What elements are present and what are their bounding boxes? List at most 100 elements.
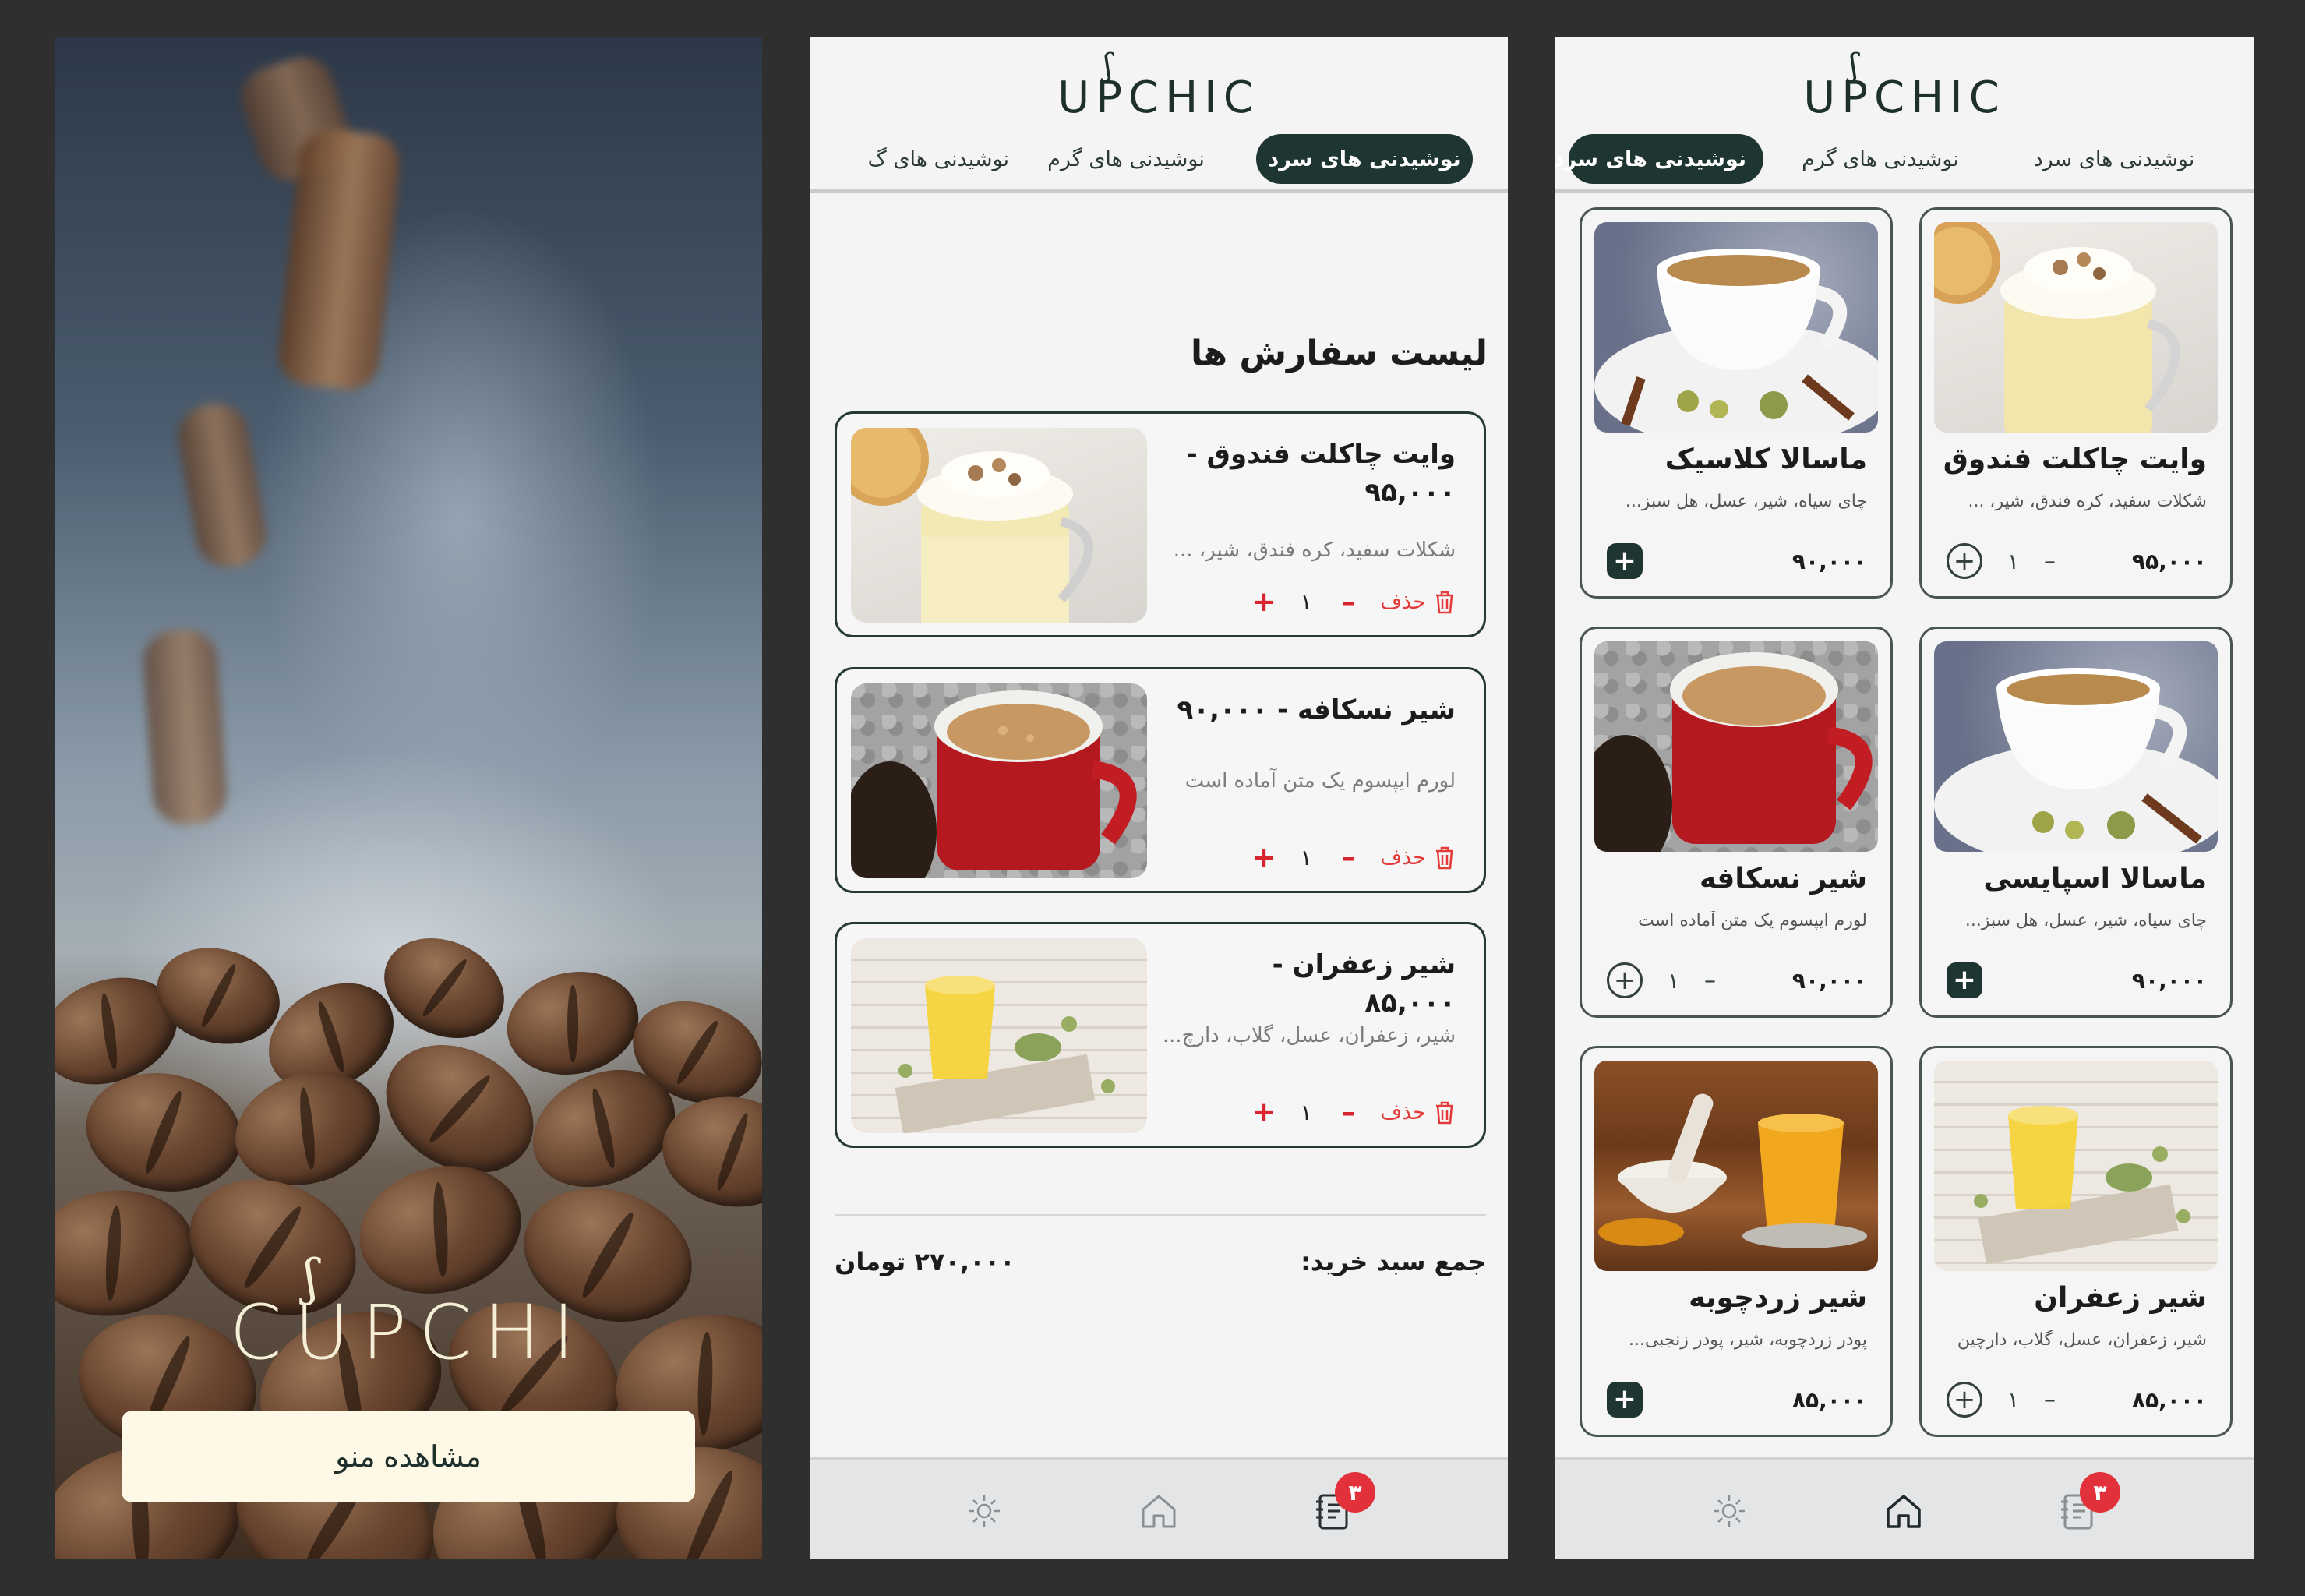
product-title: ماسالا کلاسیک xyxy=(1664,443,1867,475)
decrease-button[interactable]: – xyxy=(1336,586,1360,618)
cart-count-badge: ۳ xyxy=(1335,1472,1375,1513)
product-title: شیر زعفران xyxy=(2034,1282,2207,1314)
view-menu-button[interactable]: مشاهده منو xyxy=(122,1411,695,1502)
product-description: شکلات سفید، کره فندق، شیر، ... xyxy=(1968,492,2207,511)
category-tabs: نوشیدنی های سرد نوشیدنی های گرم نوشیدنی … xyxy=(810,123,1508,193)
menu-screen: ʃ C UPCHI نوشیدنی های سرد نوشیدنی های گرم… xyxy=(1555,37,2254,1559)
plus-icon[interactable]: + xyxy=(1947,1382,1982,1418)
home-button[interactable] xyxy=(1882,1489,1926,1533)
quantity-stepper: + xyxy=(1947,962,1982,998)
product-card[interactable]: وایت چاکلت فندوق شکلات سفید، کره فندق، ش… xyxy=(1919,207,2233,598)
bottom-nav: ۳ xyxy=(1555,1457,2254,1559)
product-description: لورم ایپسوم یک متن آماده است xyxy=(1638,911,1867,930)
home-icon xyxy=(1142,1495,1176,1528)
product-image xyxy=(1594,641,1878,852)
product-price: ۹۵,۰۰۰ xyxy=(2131,549,2207,574)
white-chocolate-hazelnut-image xyxy=(851,428,1147,623)
decrease-button[interactable]: – xyxy=(1336,1096,1360,1128)
divider xyxy=(835,1214,1486,1216)
theme-toggle-button[interactable] xyxy=(1707,1489,1751,1533)
tab-more-drinks[interactable]: نوشیدنی های گ xyxy=(810,134,1009,184)
add-to-cart-button[interactable]: + xyxy=(1607,543,1643,579)
product-image xyxy=(1594,222,1878,433)
product-image xyxy=(1934,641,2218,852)
minus-icon[interactable]: – xyxy=(2044,548,2056,575)
tab-third-drinks[interactable]: نوشیدنی های سرد xyxy=(2028,134,2200,184)
quantity-stepper: + xyxy=(1607,543,1643,579)
home-button[interactable] xyxy=(1137,1489,1181,1533)
cart-total-label: جمع سبد خرید: xyxy=(1301,1247,1486,1276)
quantity-value: ۱ xyxy=(1300,845,1312,870)
product-image xyxy=(1934,1061,2218,1271)
tab-hot-drinks[interactable]: نوشیدنی های گرم xyxy=(1787,134,1974,184)
product-description: چای سیاه، شیر، عسل، هل سبز... xyxy=(1625,492,1867,511)
cart-screen: ʃ C UPCHI نوشیدنی های سرد نوشیدنی های گرم… xyxy=(810,37,1508,1559)
quantity-value: ۱ xyxy=(1300,589,1312,615)
theme-toggle-button[interactable] xyxy=(962,1489,1006,1533)
header-logo: ʃ C UPCHI xyxy=(810,50,1508,120)
product-card[interactable]: ماسالا اسپایسی چای سیاه، شیر، عسل، هل سب… xyxy=(1919,627,2233,1018)
tab-cold-drinks[interactable]: نوشیدنی های سرد xyxy=(1555,134,1763,184)
sun-icon xyxy=(1714,1495,1745,1527)
decrease-button[interactable]: – xyxy=(1336,842,1360,874)
sun-icon xyxy=(969,1495,1000,1527)
minus-icon[interactable]: – xyxy=(2044,1386,2056,1414)
orders-title: لیست سفارش ها xyxy=(1190,334,1488,373)
product-description: چای سیاه، شیر، عسل، هل سبز... xyxy=(1964,911,2207,930)
trash-icon xyxy=(1436,591,1453,613)
product-description: شیر، زعفران، عسل، گلاب، دارچین xyxy=(1957,1330,2207,1350)
product-image xyxy=(1594,1061,1878,1271)
order-controls: حذف – ۱ + xyxy=(1252,586,1456,618)
brand-wordmark: C UPCHI xyxy=(229,1289,588,1376)
product-title: ماسالا اسپایسی xyxy=(1983,863,2207,895)
add-to-cart-button[interactable]: + xyxy=(1607,1382,1643,1418)
cart-total-value: ۲۷۰,۰۰۰ تومان xyxy=(835,1247,1015,1276)
add-to-cart-button[interactable]: + xyxy=(1947,962,1982,998)
order-item: شیر نسکافه - ۹۰,۰۰۰ لورم ایپسوم یک متن آ… xyxy=(835,667,1486,893)
product-price: ۹۰,۰۰۰ xyxy=(1791,549,1867,574)
product-price: ۸۵,۰۰۰ xyxy=(1791,1387,1867,1413)
brand-wordmark: C UPCHI xyxy=(1803,72,2006,123)
product-card[interactable]: شیر زردچوبه پودر زردچوبه، شیر، پودر زنجب… xyxy=(1580,1046,1893,1437)
product-price: ۹۰,۰۰۰ xyxy=(1791,968,1867,994)
quantity-stepper: + ۱ – xyxy=(1947,543,2056,579)
tab-hot-drinks[interactable]: نوشیدنی های گرم xyxy=(1029,134,1223,184)
order-name-price: شیر نسکافه - ۹۰,۰۰۰ xyxy=(1177,694,1456,726)
order-item: وایت چاکلت فندوق - ۹۵,۰۰۰ شکلات سفید، کر… xyxy=(835,411,1486,637)
category-tabs: نوشیدنی های سرد نوشیدنی های گرم نوشیدنی … xyxy=(1555,123,2254,193)
increase-button[interactable]: + xyxy=(1252,842,1276,874)
plus-icon[interactable]: + xyxy=(1607,962,1643,998)
product-title: وایت چاکلت فندوق xyxy=(1943,443,2207,475)
product-card[interactable]: ماسالا کلاسیک چای سیاه، شیر، عسل، هل سبز… xyxy=(1580,207,1893,598)
increase-button[interactable]: + xyxy=(1252,586,1276,618)
order-controls: حذف – ۱ + xyxy=(1252,842,1456,874)
quantity-stepper: + ۱ – xyxy=(1947,1382,2056,1418)
order-name-price: وایت چاکلت فندوق - ۹۵,۰۰۰ xyxy=(1186,439,1456,509)
product-image xyxy=(1934,222,2218,433)
minus-icon[interactable]: – xyxy=(1704,967,1716,994)
product-price: ۸۵,۰۰۰ xyxy=(2131,1387,2207,1413)
plus-icon[interactable]: + xyxy=(1947,543,1982,579)
product-card[interactable]: شیر نسکافه لورم ایپسوم یک متن آماده است … xyxy=(1580,627,1893,1018)
bottom-nav: ۳ xyxy=(810,1457,1508,1559)
trash-icon xyxy=(1436,1101,1453,1124)
product-price: ۹۰,۰۰۰ xyxy=(2131,968,2207,994)
order-item: شیر زعفران - ۸۵,۰۰۰ شیر، زعفران، عسل، گل… xyxy=(835,922,1486,1148)
orders-button[interactable]: ۳ xyxy=(2056,1472,2120,1533)
nescafe-milk-image xyxy=(851,683,1147,878)
quantity-stepper: + xyxy=(1607,1382,1643,1418)
delete-button[interactable]: حذف xyxy=(1380,846,1456,870)
quantity-stepper: + ۱ – xyxy=(1607,962,1716,998)
orders-button[interactable]: ۳ xyxy=(1311,1472,1375,1533)
delete-button[interactable]: حذف xyxy=(1380,1100,1456,1125)
delete-button[interactable]: حذف xyxy=(1380,590,1456,615)
order-description: شکلات سفید، کره فندق، شیر، ... xyxy=(1173,538,1456,562)
quantity-value: ۱ xyxy=(1668,967,1680,994)
quantity-value: ۱ xyxy=(2007,1386,2020,1413)
quantity-value: ۱ xyxy=(2007,548,2020,574)
splash-logo: ʃ C UPCHI xyxy=(122,1253,695,1370)
increase-button[interactable]: + xyxy=(1252,1096,1276,1128)
order-description: لورم ایپسوم یک متن آماده است xyxy=(1184,769,1456,793)
tab-cold-drinks[interactable]: نوشیدنی های سرد xyxy=(1256,134,1473,184)
product-card[interactable]: شیر زعفران شیر، زعفران، عسل، گلاب، دارچی… xyxy=(1919,1046,2233,1437)
